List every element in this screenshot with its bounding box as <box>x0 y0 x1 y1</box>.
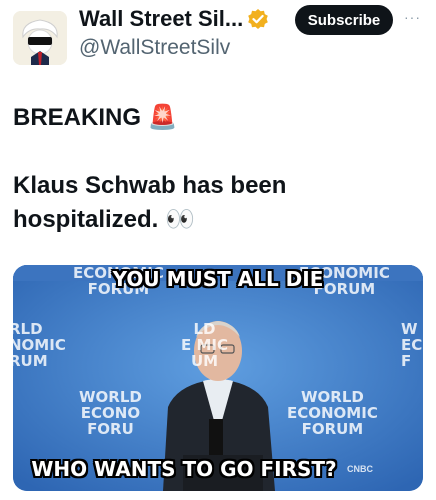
avatar-image <box>13 11 67 65</box>
avatar[interactable] <box>13 11 67 65</box>
tweet-line-headline: Klaus Schwab has been <box>13 172 287 199</box>
user-handle[interactable]: @WallStreetSilv <box>79 36 230 60</box>
tweet-media-image[interactable]: ECONOMIC FORUM ECONOMIC FORUM RLD NOMIC RUM … <box>13 265 423 491</box>
meme-bottom-caption: WHO WANTS TO GO FIRST? <box>31 457 337 481</box>
display-name[interactable]: Wall Street Sil... <box>79 6 243 32</box>
verified-badge-icon <box>248 9 269 29</box>
more-options-icon[interactable]: ··· <box>404 9 421 25</box>
meme-top-caption: YOU MUST ALL DIE <box>112 267 324 291</box>
subscribe-button[interactable]: Subscribe <box>295 5 393 35</box>
tweet-line-hospitalized: hospitalized. 👀 <box>13 206 195 233</box>
media-watermark: CNBC <box>347 464 373 474</box>
tweet-line-breaking: BREAKING 🚨 <box>13 104 178 131</box>
